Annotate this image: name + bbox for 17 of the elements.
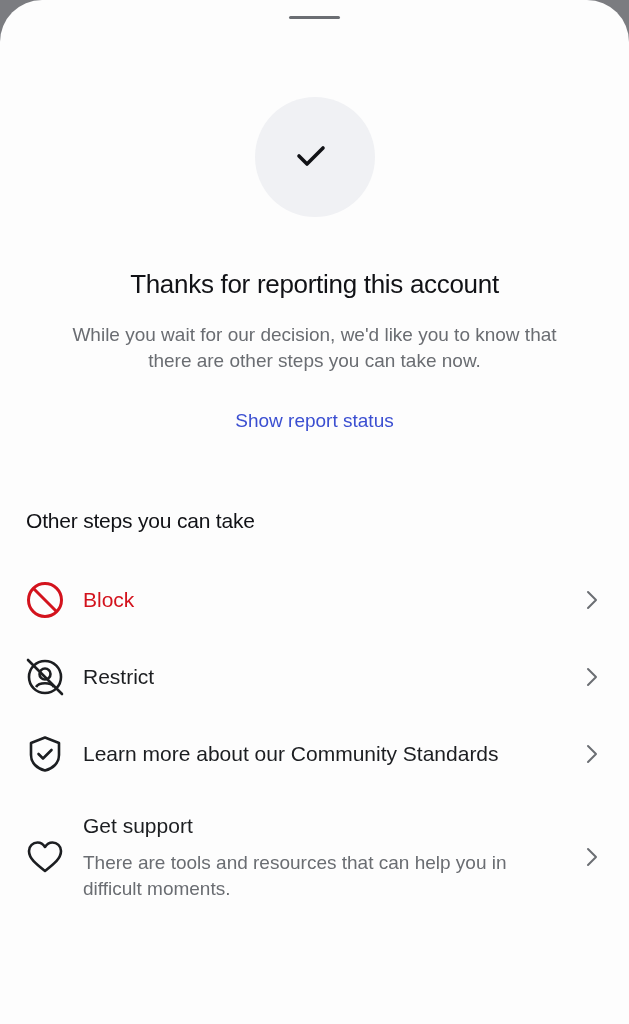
prohibited-icon [26,580,64,619]
chevron-right-icon [586,847,598,867]
person-slash-icon [26,657,64,696]
confirmation-message: While you wait for our decision, we'd like you to know that there are other steps you can take now. [71,323,558,373]
chevron-right-icon [586,666,598,687]
report-status-link[interactable]: Show report status [235,408,394,434]
confirmation-title: Thanks for reporting this account [130,268,499,300]
menu-item[interactable]: Block [0,561,629,638]
chevron-right-icon [586,589,598,610]
menu-item[interactable]: Get support There are tools and resources that can help you in difficult moments. [0,792,629,922]
chevron-right-icon [586,743,598,764]
drag-handle[interactable] [289,16,340,19]
checkmark-icon [254,97,375,217]
section-heading: Other steps you can take [26,508,256,534]
menu-item[interactable]: Restrict [0,638,629,715]
item-description: There are tools and resources that can help you in difficult moments. [83,851,508,901]
menu-item[interactable]: Learn more about our Community Standards [0,715,629,792]
